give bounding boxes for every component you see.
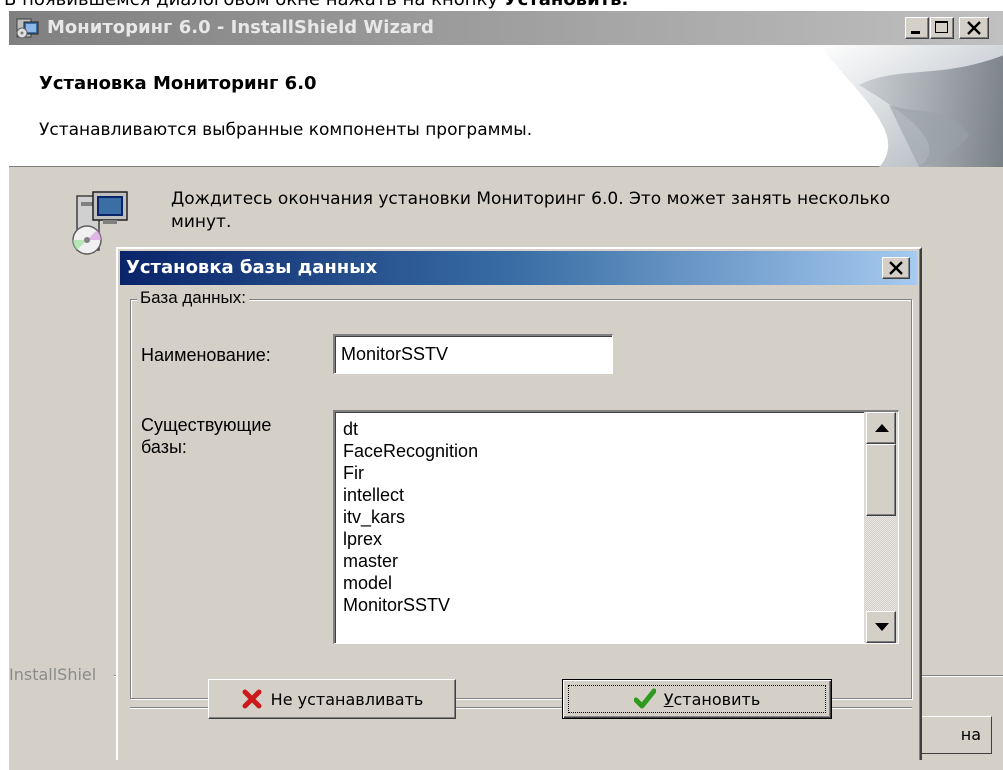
name-label: Наименование: — [141, 345, 271, 365]
maximize-button[interactable] — [930, 17, 954, 39]
list-item[interactable]: itv_kars — [343, 506, 843, 528]
install-label: Установить — [664, 690, 761, 709]
listbox-scrollbar[interactable] — [864, 412, 898, 643]
installshield-brand-label: InstallShiel — [9, 665, 97, 684]
scroll-up-button[interactable] — [866, 412, 896, 444]
scroll-thumb[interactable] — [866, 444, 896, 516]
list-item[interactable]: FaceRecognition — [343, 440, 843, 462]
dialog-titlebar[interactable]: Установка базы данных — [120, 251, 917, 285]
database-name-input[interactable]: MonitorSSTV — [333, 334, 613, 374]
install-button[interactable]: Установить — [562, 679, 832, 719]
dialog-title: Установка базы данных — [126, 257, 378, 278]
list-item[interactable]: MonitorSSTV — [343, 594, 843, 616]
wizard-title: Мониторинг 6.0 - InstallShield Wizard — [47, 17, 434, 38]
scroll-down-button[interactable] — [866, 611, 896, 643]
dont-install-button[interactable]: Не устанавливать — [208, 679, 456, 719]
wizard-header: Установка Мониторинг 6.0 Устанавливаются… — [9, 45, 1003, 167]
arrow-up-icon — [875, 424, 889, 432]
existing-databases-listbox[interactable]: dt FaceRecognition Fir intellect itv_kar… — [333, 410, 899, 644]
close-button[interactable] — [959, 17, 989, 39]
wizard-body-text: Дождитесь окончания установки Мониторинг… — [171, 189, 891, 232]
list-item[interactable]: lprex — [343, 528, 843, 550]
wizard-cancel-button-partial[interactable]: на — [914, 716, 992, 754]
install-label-rest: становить — [673, 689, 761, 709]
red-x-icon — [242, 689, 262, 709]
installer-icon — [16, 18, 39, 39]
dialog-close-button[interactable] — [882, 257, 910, 279]
arrow-down-icon — [875, 623, 889, 631]
database-groupbox: База данных: Наименование: MonitorSSTV С… — [130, 288, 912, 699]
list-item[interactable]: Fir — [343, 462, 843, 484]
database-group-label: База данных: — [137, 288, 249, 308]
maximize-icon — [935, 21, 948, 33]
wizard-header-title: Установка Мониторинг 6.0 — [39, 73, 317, 94]
instruction-text: В появившемся диалоговом окне нажать на … — [4, 0, 628, 10]
list-item[interactable]: model — [343, 572, 843, 594]
minimize-icon — [911, 31, 920, 34]
wizard-titlebar[interactable]: Мониторинг 6.0 - InstallShield Wizard — [9, 11, 1003, 45]
database-list: dt FaceRecognition Fir intellect itv_kar… — [343, 418, 843, 616]
instruction-main: В появившемся диалоговом окне нажать на … — [4, 0, 504, 10]
instruction-emphasis: Установить. — [504, 0, 629, 10]
list-item[interactable]: master — [343, 550, 843, 572]
install-accelerator: У — [663, 689, 674, 709]
dont-install-button-content: Не устанавливать — [209, 680, 455, 718]
header-page-curl-art — [819, 45, 1003, 167]
existing-databases-label: Существующие базы: — [141, 415, 272, 457]
green-check-icon — [633, 688, 656, 709]
list-item[interactable]: intellect — [343, 484, 843, 506]
dont-install-label: Не устанавливать — [270, 689, 424, 709]
close-icon — [889, 261, 903, 275]
database-install-dialog: Установка базы данных База данных: Наиме… — [116, 247, 922, 760]
close-icon — [967, 21, 981, 35]
list-item[interactable]: dt — [343, 418, 843, 440]
wizard-header-subtitle: Устанавливаются выбранные компоненты про… — [39, 120, 533, 140]
minimize-button[interactable] — [905, 17, 929, 39]
install-button-content: Установить — [563, 680, 831, 718]
